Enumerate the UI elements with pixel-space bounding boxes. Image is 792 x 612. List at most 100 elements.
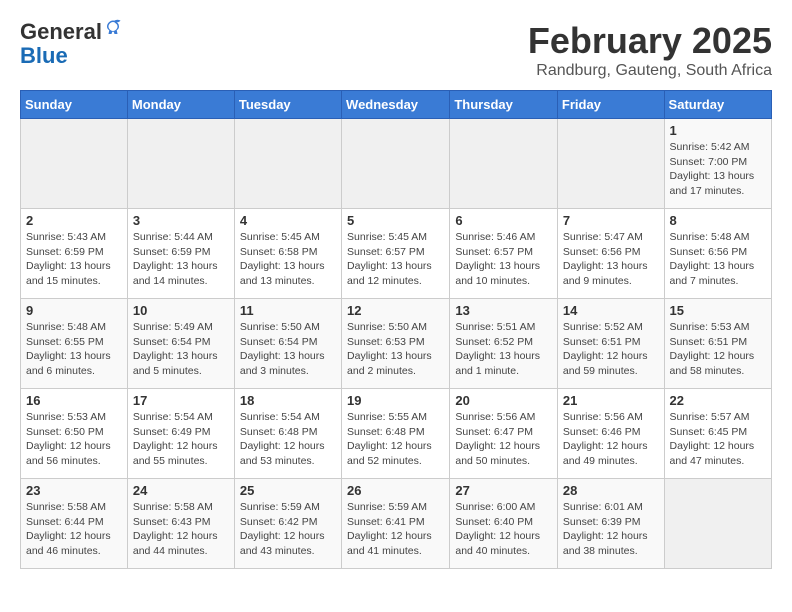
calendar-day-cell: 21 Sunrise: 5:56 AM Sunset: 6:46 PM Dayli… xyxy=(557,389,664,479)
calendar-day-cell: 27Sunrise: 6:00 AM Sunset: 6:40 PM Dayli… xyxy=(450,479,558,569)
calendar-day-header: Monday xyxy=(127,91,234,119)
day-detail: Sunrise: 5:46 AM Sunset: 6:57 PM Dayligh… xyxy=(455,230,552,289)
day-number: 5 xyxy=(347,213,444,228)
day-number: 15 xyxy=(670,303,766,318)
day-number: 7 xyxy=(563,213,659,228)
day-detail: Sunrise: 5:58 AM Sunset: 6:43 PM Dayligh… xyxy=(133,500,229,559)
day-detail: Sunrise: 5:48 AM Sunset: 6:56 PM Dayligh… xyxy=(670,230,766,289)
day-detail: Sunrise: 5:59 AM Sunset: 6:41 PM Dayligh… xyxy=(347,500,444,559)
calendar-day-cell: 5 Sunrise: 5:45 AM Sunset: 6:57 PM Daylig… xyxy=(342,209,450,299)
calendar-week-row: 9 Sunrise: 5:48 AM Sunset: 6:55 PM Daylig… xyxy=(21,299,772,389)
day-number: 14 xyxy=(563,303,659,318)
day-detail: Sunrise: 5:51 AM Sunset: 6:52 PM Dayligh… xyxy=(455,320,552,379)
day-number: 19 xyxy=(347,393,444,408)
day-detail: Sunrise: 6:01 AM Sunset: 6:39 PM Dayligh… xyxy=(563,500,659,559)
logo-general-text: General xyxy=(20,20,102,44)
day-number: 24 xyxy=(133,483,229,498)
day-number: 13 xyxy=(455,303,552,318)
calendar-day-cell: 23Sunrise: 5:58 AM Sunset: 6:44 PM Dayli… xyxy=(21,479,128,569)
day-number: 26 xyxy=(347,483,444,498)
day-detail: Sunrise: 5:54 AM Sunset: 6:49 PM Dayligh… xyxy=(133,410,229,469)
day-detail: Sunrise: 5:42 AM Sunset: 7:00 PM Dayligh… xyxy=(670,140,766,199)
calendar-day-cell xyxy=(127,119,234,209)
calendar-day-cell: 24 Sunrise: 5:58 AM Sunset: 6:43 PM Dayli… xyxy=(127,479,234,569)
calendar-day-cell: 3 Sunrise: 5:44 AM Sunset: 6:59 PM Daylig… xyxy=(127,209,234,299)
calendar-header-row: SundayMondayTuesdayWednesdayThursdayFrid… xyxy=(21,91,772,119)
day-number: 17 xyxy=(133,393,229,408)
day-detail: Sunrise: 5:45 AM Sunset: 6:58 PM Dayligh… xyxy=(240,230,336,289)
day-number: 8 xyxy=(670,213,766,228)
day-number: 4 xyxy=(240,213,336,228)
day-number: 23 xyxy=(26,483,122,498)
location-subtitle: Randburg, Gauteng, South Africa xyxy=(528,62,772,80)
calendar-day-cell: 15 Sunrise: 5:53 AM Sunset: 6:51 PM Dayli… xyxy=(664,299,771,389)
day-number: 21 xyxy=(563,393,659,408)
header: General Blue February 2025 Randburg, Gau… xyxy=(20,20,772,80)
calendar-day-header: Tuesday xyxy=(234,91,341,119)
calendar-day-cell: 9 Sunrise: 5:48 AM Sunset: 6:55 PM Daylig… xyxy=(21,299,128,389)
calendar-day-cell: 26 Sunrise: 5:59 AM Sunset: 6:41 PM Dayli… xyxy=(342,479,450,569)
calendar-day-cell: 6 Sunrise: 5:46 AM Sunset: 6:57 PM Daylig… xyxy=(450,209,558,299)
day-detail: Sunrise: 5:56 AM Sunset: 6:47 PM Dayligh… xyxy=(455,410,552,469)
calendar-week-row: 23Sunrise: 5:58 AM Sunset: 6:44 PM Dayli… xyxy=(21,479,772,569)
day-number: 12 xyxy=(347,303,444,318)
calendar-day-cell: 10 Sunrise: 5:49 AM Sunset: 6:54 PM Dayli… xyxy=(127,299,234,389)
day-number: 3 xyxy=(133,213,229,228)
calendar-day-cell: 25 Sunrise: 5:59 AM Sunset: 6:42 PM Dayli… xyxy=(234,479,341,569)
day-number: 9 xyxy=(26,303,122,318)
day-detail: Sunrise: 5:52 AM Sunset: 6:51 PM Dayligh… xyxy=(563,320,659,379)
calendar-day-cell: 11Sunrise: 5:50 AM Sunset: 6:54 PM Dayli… xyxy=(234,299,341,389)
day-number: 27 xyxy=(455,483,552,498)
day-number: 1 xyxy=(670,123,766,138)
calendar-day-header: Thursday xyxy=(450,91,558,119)
day-number: 18 xyxy=(240,393,336,408)
calendar-day-cell: 17 Sunrise: 5:54 AM Sunset: 6:49 PM Dayli… xyxy=(127,389,234,479)
day-detail: Sunrise: 5:56 AM Sunset: 6:46 PM Dayligh… xyxy=(563,410,659,469)
calendar-day-header: Sunday xyxy=(21,91,128,119)
logo: General Blue xyxy=(20,20,122,68)
calendar-day-header: Wednesday xyxy=(342,91,450,119)
calendar-day-cell: 22 Sunrise: 5:57 AM Sunset: 6:45 PM Dayli… xyxy=(664,389,771,479)
calendar-day-cell xyxy=(450,119,558,209)
calendar-day-header: Friday xyxy=(557,91,664,119)
calendar-day-cell: 28Sunrise: 6:01 AM Sunset: 6:39 PM Dayli… xyxy=(557,479,664,569)
day-detail: Sunrise: 5:53 AM Sunset: 6:50 PM Dayligh… xyxy=(26,410,122,469)
day-detail: Sunrise: 5:44 AM Sunset: 6:59 PM Dayligh… xyxy=(133,230,229,289)
calendar-day-cell: 1 Sunrise: 5:42 AM Sunset: 7:00 PM Daylig… xyxy=(664,119,771,209)
logo-bird-icon xyxy=(104,19,122,37)
calendar-day-cell: 19 Sunrise: 5:55 AM Sunset: 6:48 PM Dayli… xyxy=(342,389,450,479)
day-number: 6 xyxy=(455,213,552,228)
day-number: 16 xyxy=(26,393,122,408)
day-detail: Sunrise: 5:43 AM Sunset: 6:59 PM Dayligh… xyxy=(26,230,122,289)
calendar-day-cell xyxy=(557,119,664,209)
day-detail: Sunrise: 5:50 AM Sunset: 6:54 PM Dayligh… xyxy=(240,320,336,379)
day-number: 2 xyxy=(26,213,122,228)
day-number: 25 xyxy=(240,483,336,498)
day-detail: Sunrise: 5:50 AM Sunset: 6:53 PM Dayligh… xyxy=(347,320,444,379)
day-detail: Sunrise: 5:57 AM Sunset: 6:45 PM Dayligh… xyxy=(670,410,766,469)
day-detail: Sunrise: 5:45 AM Sunset: 6:57 PM Dayligh… xyxy=(347,230,444,289)
day-detail: Sunrise: 5:53 AM Sunset: 6:51 PM Dayligh… xyxy=(670,320,766,379)
day-detail: Sunrise: 5:48 AM Sunset: 6:55 PM Dayligh… xyxy=(26,320,122,379)
calendar-day-cell: 4 Sunrise: 5:45 AM Sunset: 6:58 PM Daylig… xyxy=(234,209,341,299)
calendar-week-row: 2 Sunrise: 5:43 AM Sunset: 6:59 PM Daylig… xyxy=(21,209,772,299)
day-detail: Sunrise: 5:47 AM Sunset: 6:56 PM Dayligh… xyxy=(563,230,659,289)
calendar-day-cell xyxy=(342,119,450,209)
day-detail: Sunrise: 5:59 AM Sunset: 6:42 PM Dayligh… xyxy=(240,500,336,559)
day-detail: Sunrise: 5:55 AM Sunset: 6:48 PM Dayligh… xyxy=(347,410,444,469)
calendar-day-cell: 18 Sunrise: 5:54 AM Sunset: 6:48 PM Dayli… xyxy=(234,389,341,479)
day-detail: Sunrise: 5:49 AM Sunset: 6:54 PM Dayligh… xyxy=(133,320,229,379)
calendar-day-cell: 2 Sunrise: 5:43 AM Sunset: 6:59 PM Daylig… xyxy=(21,209,128,299)
calendar-day-cell: 7 Sunrise: 5:47 AM Sunset: 6:56 PM Daylig… xyxy=(557,209,664,299)
calendar-day-cell xyxy=(234,119,341,209)
calendar-day-cell: 20Sunrise: 5:56 AM Sunset: 6:47 PM Dayli… xyxy=(450,389,558,479)
calendar-day-cell xyxy=(664,479,771,569)
calendar-day-cell: 12 Sunrise: 5:50 AM Sunset: 6:53 PM Dayli… xyxy=(342,299,450,389)
calendar-table: SundayMondayTuesdayWednesdayThursdayFrid… xyxy=(20,90,772,569)
day-number: 22 xyxy=(670,393,766,408)
calendar-week-row: 1 Sunrise: 5:42 AM Sunset: 7:00 PM Daylig… xyxy=(21,119,772,209)
logo-blue-text: Blue xyxy=(20,43,68,68)
day-number: 10 xyxy=(133,303,229,318)
day-detail: Sunrise: 5:54 AM Sunset: 6:48 PM Dayligh… xyxy=(240,410,336,469)
calendar-day-cell: 16 Sunrise: 5:53 AM Sunset: 6:50 PM Dayli… xyxy=(21,389,128,479)
